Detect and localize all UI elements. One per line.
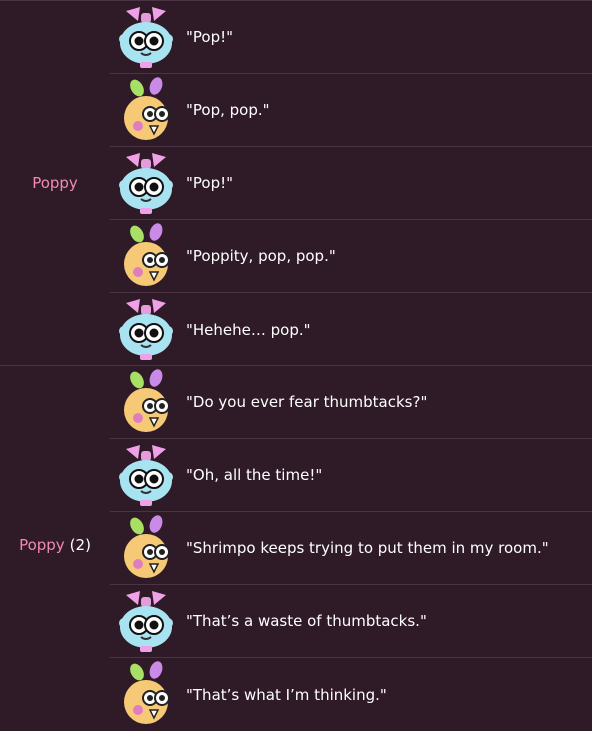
yellow-poppy-avatar-icon <box>110 366 182 439</box>
dialogue-line: "Pop, pop." <box>186 101 270 119</box>
dialogue-line: "Oh, all the time!" <box>186 466 323 484</box>
dialogue-line: "Poppity, pop, pop." <box>186 247 336 265</box>
group-label: Poppy (2) <box>0 366 110 724</box>
group-label: Poppy <box>0 1 110 365</box>
dialogue-row: "Pop, pop." <box>110 74 592 147</box>
dialogue-line: "Hehehe… pop." <box>186 320 311 339</box>
blue-poppy-avatar-icon <box>110 147 182 220</box>
blue-poppy-avatar-icon <box>110 585 182 658</box>
dialogue-row: "Pop!" <box>110 147 592 220</box>
yellow-poppy-avatar-icon <box>110 512 182 585</box>
dialogue-row: "Oh, all the time!" <box>110 439 592 512</box>
dialogue-row: "Poppity, pop, pop." <box>110 220 592 293</box>
dialogue-group-2: Poppy (2) "Do you ever fear thumbtacks?" <box>0 365 592 724</box>
dialogue-row: "Hehehe… pop." <box>110 293 592 366</box>
yellow-poppy-avatar-icon <box>110 220 182 293</box>
dialogue-group-1: Poppy "Pop!" "Pop, pop." "Pop!" "Poppity… <box>0 0 592 365</box>
dialogue-row: "Do you ever fear thumbtacks?" <box>110 366 592 439</box>
dialogue-line: "That’s what I’m thinking." <box>186 685 387 704</box>
blue-poppy-avatar-icon <box>110 1 182 74</box>
dialogue-line: "Pop!" <box>186 28 234 46</box>
blue-poppy-avatar-icon <box>110 293 182 366</box>
yellow-poppy-avatar-icon <box>110 74 182 147</box>
dialogue-row: "That’s what I’m thinking." <box>110 658 592 731</box>
dialogue-row: "Pop!" <box>110 1 592 74</box>
dialogue-line: "Do you ever fear thumbtacks?" <box>186 393 428 411</box>
character-name-link[interactable]: Poppy <box>32 174 78 192</box>
dialogue-line: "Shrimpo keeps trying to put them in my … <box>186 539 549 557</box>
dialogue-line: "That’s a waste of thumbtacks." <box>186 612 427 630</box>
yellow-poppy-avatar-icon <box>110 658 182 731</box>
dialogue-row: "That’s a waste of thumbtacks." <box>110 585 592 658</box>
dialogue-row: "Shrimpo keeps trying to put them in my … <box>110 512 592 585</box>
character-variant-label: (2) <box>69 536 91 554</box>
blue-poppy-avatar-icon <box>110 439 182 512</box>
character-name-link[interactable]: Poppy <box>19 536 65 554</box>
dialogue-line: "Pop!" <box>186 174 234 192</box>
